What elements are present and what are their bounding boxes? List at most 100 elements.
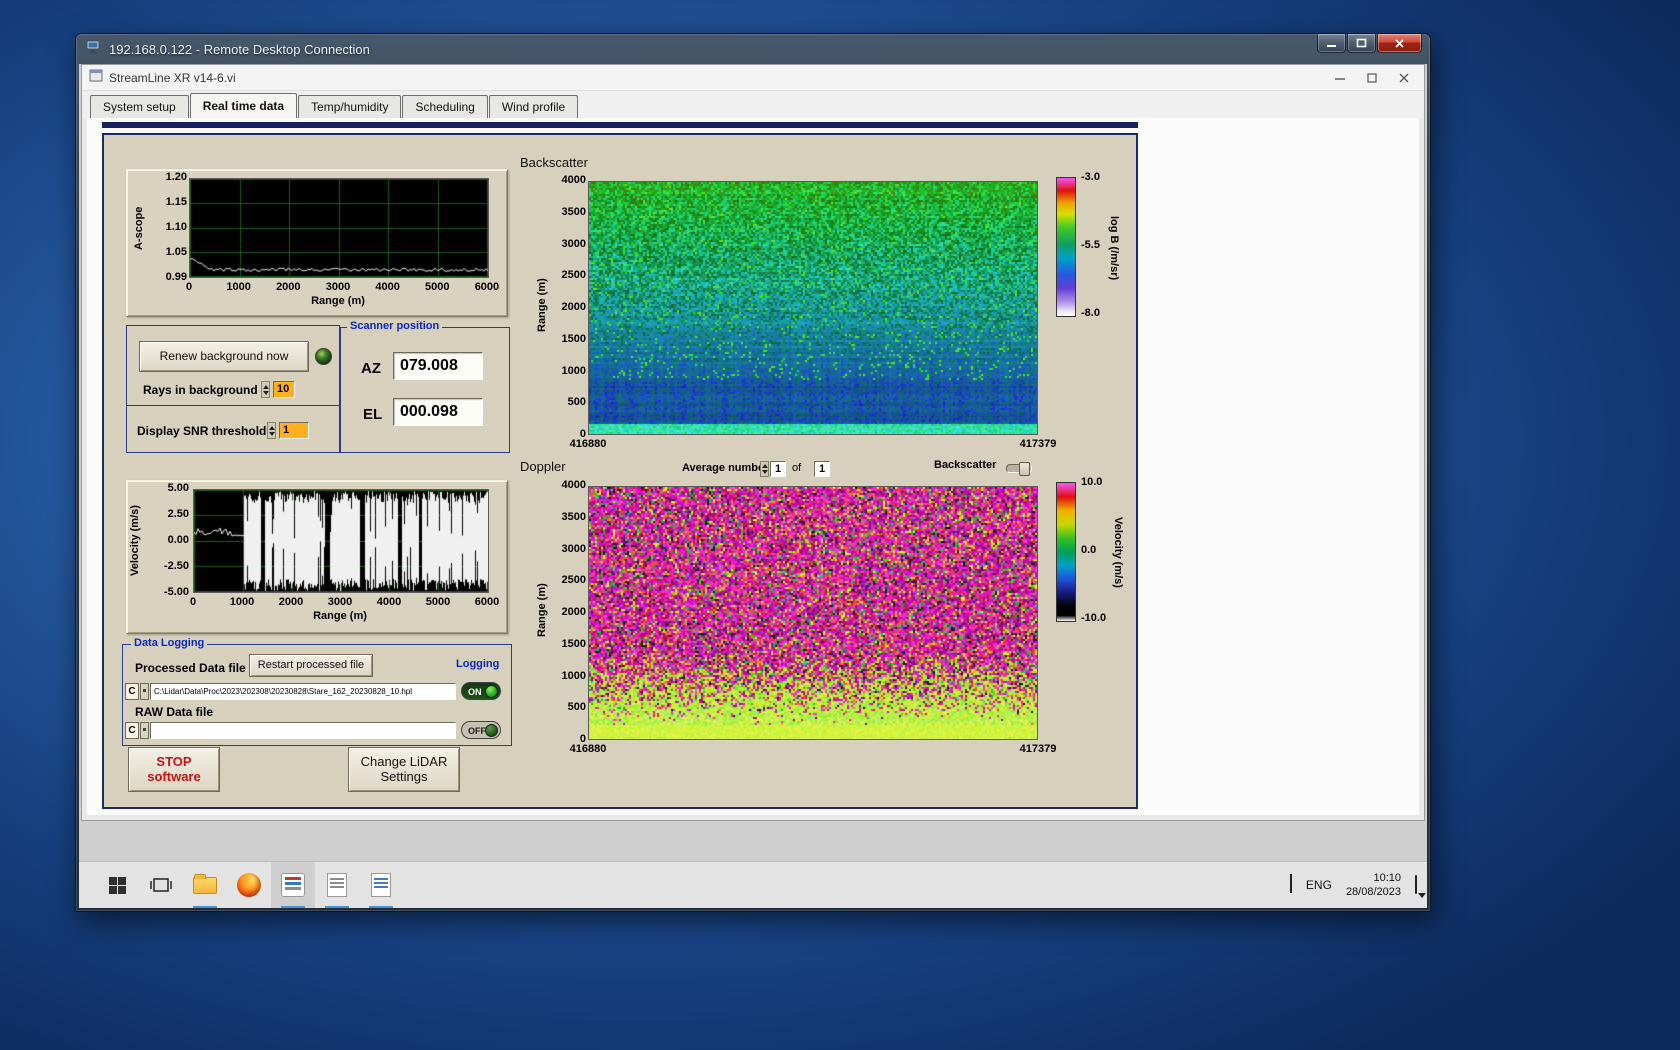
file-explorer-icon: [193, 873, 217, 894]
tab-temp-humidity[interactable]: Temp/humidity: [298, 95, 402, 118]
raw-logging-toggle[interactable]: OFF: [461, 721, 501, 739]
change-lidar-settings-button[interactable]: Change LiDAR Settings: [348, 747, 460, 792]
tick-label: 2000: [276, 281, 301, 293]
ascope-plot: [189, 178, 489, 278]
task-view-button[interactable]: [139, 862, 183, 908]
restart-processed-file-button[interactable]: Restart processed file: [249, 654, 373, 677]
processed-path-browse-icon[interactable]: [140, 683, 149, 700]
language-indicator[interactable]: ENG: [1306, 878, 1332, 892]
tab-real-time-data[interactable]: Real time data: [189, 93, 298, 118]
app-titlebar[interactable]: StreamLine XR v14-6.vi: [82, 65, 1424, 91]
app-window-title: StreamLine XR v14-6.vi: [109, 70, 236, 85]
backscatter-heatmap-canvas: [589, 182, 1037, 434]
change-lidar-settings-line1: Change LiDAR: [360, 753, 448, 769]
tick-label: 2.50: [167, 508, 189, 520]
data-logging-group: Data Logging Processed Data file Restart…: [122, 637, 512, 746]
raw-data-file-label: RAW Data file: [135, 705, 214, 719]
rays-in-background-label: Rays in background: [143, 383, 258, 397]
file-explorer-button[interactable]: [183, 862, 227, 908]
app-maximize-button[interactable]: [1356, 65, 1388, 91]
average-number-label: Average number: [682, 462, 769, 474]
tray-expand-chevron[interactable]: [1289, 874, 1292, 894]
scan-scheduler-icon: [327, 873, 347, 897]
tick-label: 2500: [561, 269, 586, 282]
tick-label: 5000: [425, 281, 450, 293]
firefox-button[interactable]: [227, 862, 271, 908]
tick-label: 6000: [474, 281, 500, 293]
tick-label: -3.0: [1081, 171, 1100, 183]
doppler-colorbar-label: Velocity (m/s): [1112, 516, 1124, 588]
tick-label: 0.0: [1081, 544, 1097, 556]
el-label: EL: [363, 406, 383, 423]
raw-path-browse-icon[interactable]: [140, 722, 149, 739]
tab-system-setup[interactable]: System setup: [90, 95, 189, 118]
backscatter-colorbar: [1056, 177, 1076, 317]
backscatter-toggle-label: Backscatter: [934, 459, 997, 471]
velocity-x-ticks: 0 1000 2000 3000 4000 5000 6000: [175, 596, 505, 608]
app-close-button[interactable]: [1388, 65, 1420, 91]
tick-label: 417379: [1019, 438, 1057, 450]
front-panel: A-scope 1.20 1.15 1.10 1.05 0.99 0 1000 2000 30…: [102, 133, 1138, 809]
app-content: A-scope 1.20 1.15 1.10 1.05 0.99 0 1000 2000 30…: [87, 118, 1419, 815]
app-minimize-button[interactable]: [1324, 65, 1356, 91]
raw-path-field[interactable]: [150, 722, 456, 739]
processed-logging-toggle-label: ON: [468, 687, 482, 697]
tick-label: 4000: [561, 174, 586, 186]
tick-label: 4000: [376, 596, 402, 608]
tab-wind-profile[interactable]: Wind profile: [488, 95, 579, 118]
background-controls-group: Renew background now Rays in background …: [126, 325, 340, 453]
processed-logging-toggle[interactable]: ON: [461, 682, 501, 700]
tick-label: 3500: [561, 205, 586, 218]
desktop-background: 192.168.0.122 - Remote Desktop Connectio…: [0, 0, 1680, 1050]
average-number-spinner[interactable]: [760, 461, 769, 477]
tick-label: 5.00: [167, 482, 189, 494]
rays-spinner[interactable]: [261, 381, 270, 398]
snr-threshold-field[interactable]: 1: [279, 422, 309, 439]
tick-label: 0.00: [167, 534, 189, 546]
tick-label: -2.50: [163, 560, 189, 572]
ascope-y-ticks: 1.20 1.15 1.10 1.05 0.99: [153, 171, 187, 283]
average-number-field[interactable]: 1: [770, 461, 786, 477]
tab-scheduling[interactable]: Scheduling: [402, 95, 488, 118]
processed-drive-button[interactable]: C: [125, 683, 139, 700]
raw-drive-button[interactable]: C: [125, 722, 139, 739]
stop-software-button[interactable]: STOP software: [128, 747, 220, 792]
tab-bar: System setup Real time data Temp/humidit…: [82, 91, 1424, 118]
panel-top-border: [102, 122, 1138, 128]
tick-label: 2500: [561, 574, 586, 587]
doppler-heatmap: [588, 486, 1038, 740]
snr-spinner[interactable]: [267, 422, 276, 439]
ascope-y-axis-label: A-scope: [133, 206, 145, 250]
text-editor-icon: [371, 873, 391, 897]
action-center-button[interactable]: [1415, 875, 1417, 894]
taskbar-clock[interactable]: 10:10 28/08/2023: [1346, 871, 1401, 899]
processed-path-field[interactable]: C:\Lidar\Data\Proc\2023\202308\20230828\…: [150, 683, 456, 700]
text-editor-button[interactable]: [359, 862, 403, 908]
rays-in-background-field[interactable]: 10: [273, 381, 295, 398]
velocity-y-ticks: 5.00 2.50 0.00 -2.50 -5.00: [149, 482, 189, 598]
tick-label: 1500: [561, 637, 586, 650]
scan-scheduler-button[interactable]: [315, 862, 359, 908]
scanner-position-group: Scanner position AZ 079.008 EL 000.098: [340, 320, 510, 453]
backscatter-display-toggle[interactable]: [1006, 462, 1032, 476]
logging-label: Logging: [453, 658, 503, 670]
az-value-display: 079.008: [393, 352, 483, 380]
rdp-close-button[interactable]: [1377, 34, 1422, 53]
tick-label: 1000: [229, 596, 255, 608]
streamline-app-button[interactable]: [271, 862, 315, 908]
tick-label: 1000: [226, 281, 251, 293]
ascope-plot-canvas: [190, 179, 488, 277]
streamline-app-window: StreamLine XR v14-6.vi System setup Real…: [81, 64, 1425, 821]
rdp-maximize-button[interactable]: [1347, 34, 1376, 53]
remote-taskbar: ENG 10:10 28/08/2023: [79, 861, 1427, 908]
start-button[interactable]: [95, 862, 139, 908]
rdp-minimize-button[interactable]: [1317, 34, 1346, 53]
velocity-plot: [193, 489, 489, 593]
average-total-field[interactable]: 1: [814, 461, 830, 477]
renew-background-button[interactable]: Renew background now: [139, 341, 309, 372]
rdp-titlebar[interactable]: 192.168.0.122 - Remote Desktop Connectio…: [76, 34, 1430, 64]
ascope-x-axis-label: Range (m): [311, 295, 365, 307]
velocity-chart-frame: Velocity (m/s) 5.00 2.50 0.00 -2.50 -5.00 01…: [126, 480, 508, 634]
tick-label: 1000: [561, 669, 586, 682]
doppler-section-title: Doppler: [520, 459, 566, 474]
